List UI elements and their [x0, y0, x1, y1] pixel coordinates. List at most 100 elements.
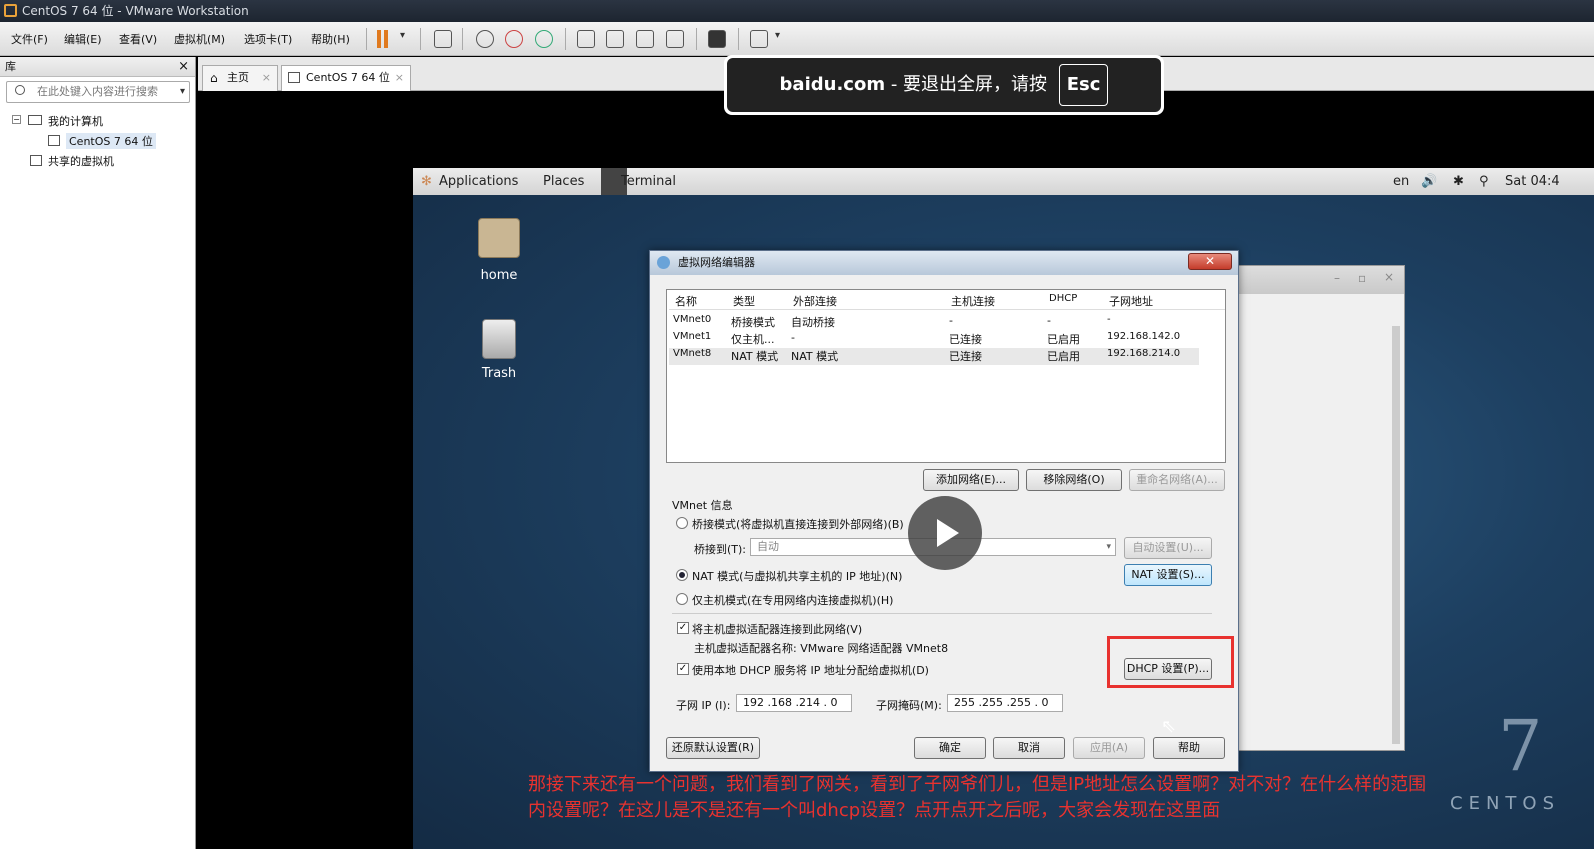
table-row[interactable]: VMnet1 仅主机... - 已连接 已启用 192.168.142.0: [669, 331, 1199, 348]
connect-adapter-label[interactable]: 将主机虚拟适配器连接到此网络(V): [692, 621, 862, 637]
tree-vm-centos[interactable]: CentOS 7 64 位: [66, 133, 156, 149]
cell-name: VMnet8: [673, 348, 712, 359]
applications-menu[interactable]: Applications: [439, 168, 518, 195]
tab-close-icon[interactable]: ×: [395, 66, 404, 90]
connect-adapter-checkbox[interactable]: ✓: [677, 622, 689, 634]
vm-icon: [288, 72, 300, 83]
bridge-to-label: 桥接到(T):: [694, 543, 747, 556]
revert-snapshot-icon[interactable]: [505, 30, 523, 48]
cell-type: NAT 模式: [731, 350, 779, 363]
adapter-name-label: 主机虚拟适配器名称: VMware 网络适配器 VMnet8: [694, 642, 949, 655]
background-window[interactable]: – ▫ ×: [1233, 265, 1405, 751]
nat-mode-radio[interactable]: [676, 569, 688, 581]
col-dhcp[interactable]: DHCP: [1049, 293, 1077, 304]
console-icon[interactable]: [708, 30, 726, 48]
cell-host: -: [949, 314, 953, 327]
restore-defaults-button[interactable]: 还原默认设置(R): [666, 737, 760, 759]
add-network-button[interactable]: 添加网络(E)...: [923, 469, 1019, 491]
home-folder-label[interactable]: home: [464, 268, 534, 283]
menu-help[interactable]: 帮助(H): [311, 31, 350, 47]
cell-dhcp: 已启用: [1047, 333, 1080, 346]
menu-tabs[interactable]: 选项卡(T): [244, 31, 292, 47]
library-close-icon[interactable]: ×: [178, 57, 189, 77]
use-dhcp-label[interactable]: 使用本地 DHCP 服务将 IP 地址分配给虚拟机(D): [692, 662, 929, 678]
remove-network-button[interactable]: 移除网络(O): [1026, 469, 1122, 491]
menu-vm[interactable]: 虚拟机(M): [174, 31, 225, 47]
menu-view[interactable]: 查看(V): [119, 31, 157, 47]
view-dropdown-icon[interactable]: ▾: [775, 30, 780, 41]
subnet-ip-input[interactable]: 192 .168 .214 . 0: [736, 694, 852, 712]
network-icon[interactable]: ⚲: [1479, 168, 1489, 195]
host-only-label[interactable]: 仅主机模式(在专用网络内连接虚拟机)(H): [692, 592, 893, 608]
unity-icon[interactable]: [666, 30, 684, 48]
maximize-icon[interactable]: ▫: [1358, 271, 1366, 285]
rename-network-button[interactable]: 重命名网络(A)...: [1129, 469, 1225, 491]
cell-type: 桥接模式: [731, 316, 775, 329]
minimize-icon[interactable]: –: [1334, 271, 1340, 285]
cell-type: 仅主机...: [731, 333, 775, 346]
cancel-button[interactable]: 取消: [993, 737, 1065, 759]
snapshot-icon[interactable]: [476, 30, 494, 48]
subnet-mask-input[interactable]: 255 .255 .255 . 0: [947, 694, 1063, 712]
terminal-menu[interactable]: Terminal: [621, 168, 676, 195]
language-indicator[interactable]: en: [1393, 168, 1409, 195]
help-button[interactable]: 帮助: [1153, 737, 1225, 759]
pause-icon[interactable]: [376, 30, 390, 48]
cell-name: VMnet1: [673, 331, 712, 342]
play-button[interactable]: [908, 496, 982, 570]
nat-settings-button[interactable]: NAT 设置(S)...: [1124, 564, 1212, 586]
mouse-cursor-icon: ⇖: [1161, 716, 1177, 737]
show-library-icon[interactable]: [577, 30, 595, 48]
volume-icon[interactable]: 🔊: [1421, 168, 1437, 195]
clock[interactable]: Sat 04:4: [1505, 168, 1560, 195]
bridge-mode-label[interactable]: 桥接模式(将虚拟机直接连接到外部网络)(B): [692, 516, 904, 532]
background-window-titlebar: – ▫ ×: [1234, 266, 1404, 294]
fullscreen-icon[interactable]: [636, 30, 654, 48]
trash-icon[interactable]: [482, 319, 516, 359]
thumbnail-bar-icon[interactable]: [606, 30, 624, 48]
menu-file[interactable]: 文件(F): [11, 31, 48, 47]
use-dhcp-checkbox[interactable]: ✓: [677, 663, 689, 675]
guest-desktop[interactable]: ✻ Applications Places Terminal en 🔊 ✱ ⚲ …: [413, 168, 1594, 849]
tab-close-icon[interactable]: ×: [262, 66, 271, 90]
table-row[interactable]: VMnet0 桥接模式 自动桥接 - - -: [669, 314, 1199, 331]
collapse-icon[interactable]: −: [12, 115, 21, 124]
host-only-radio[interactable]: [676, 593, 688, 605]
bridge-mode-radio[interactable]: [676, 517, 688, 529]
search-dropdown-icon[interactable]: ▾: [180, 82, 185, 102]
bluetooth-icon[interactable]: ✱: [1453, 168, 1464, 195]
col-subnet[interactable]: 子网地址: [1109, 293, 1153, 309]
table-row-selected[interactable]: VMnet8 NAT 模式 NAT 模式 已连接 已启用 192.168.214…: [669, 348, 1199, 365]
cell-subnet: -: [1107, 314, 1111, 325]
library-search-input[interactable]: 在此处键入内容进行搜索 ▾: [6, 81, 190, 103]
send-ctrl-alt-del-icon[interactable]: [434, 30, 452, 48]
subtitle-line-2: 内设置呢？在这儿是不是还有一个叫dhcp设置？点开点开之后呢，大家会发现在这里面: [528, 800, 1221, 821]
col-external[interactable]: 外部连接: [793, 293, 837, 309]
snapshot-manager-icon[interactable]: [535, 30, 553, 48]
places-menu[interactable]: Places: [543, 168, 584, 195]
col-host[interactable]: 主机连接: [951, 293, 995, 309]
tree-shared-vms[interactable]: 共享的虚拟机: [48, 153, 114, 169]
tab-home-label: 主页: [227, 71, 249, 84]
dialog-title: 虚拟网络编辑器: [678, 256, 755, 269]
tab-centos[interactable]: CentOS 7 64 位 ×: [281, 65, 411, 91]
pause-dropdown-icon[interactable]: ▾: [400, 30, 405, 41]
scrollbar[interactable]: [1392, 326, 1400, 744]
apply-button[interactable]: 应用(A): [1073, 737, 1145, 759]
menu-toolbar: 文件(F) 编辑(E) 查看(V) 虚拟机(M) 选项卡(T) 帮助(H) ▾ …: [0, 22, 1594, 56]
col-type[interactable]: 类型: [733, 293, 755, 309]
tab-home[interactable]: ⌂ 主页 ×: [202, 65, 278, 91]
home-folder-icon[interactable]: [478, 218, 520, 258]
trash-label[interactable]: Trash: [464, 366, 534, 381]
col-name[interactable]: 名称: [675, 293, 697, 309]
close-icon[interactable]: ×: [1384, 270, 1394, 284]
subnet-mask-label: 子网掩码(M):: [876, 699, 942, 712]
esc-key-badge: Esc: [1058, 64, 1109, 106]
auto-settings-button[interactable]: 自动设置(U)...: [1124, 537, 1212, 559]
ok-button[interactable]: 确定: [914, 737, 986, 759]
stretch-view-icon[interactable]: [750, 30, 768, 48]
tree-my-computer[interactable]: 我的计算机: [48, 113, 103, 129]
nat-mode-label[interactable]: NAT 模式(与虚拟机共享主机的 IP 地址)(N): [692, 568, 902, 584]
dialog-close-button[interactable]: ✕: [1188, 253, 1232, 270]
menu-edit[interactable]: 编辑(E): [64, 31, 102, 47]
